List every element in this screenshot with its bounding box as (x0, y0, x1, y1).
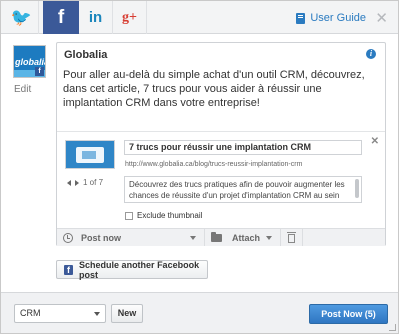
close-icon[interactable]: ✕ (375, 9, 388, 27)
info-icon[interactable]: i (366, 49, 376, 59)
preview-thumbnail (65, 140, 115, 169)
new-button[interactable]: New (111, 304, 143, 323)
account-name: Globalia (64, 49, 108, 61)
facebook-icon: f (57, 6, 65, 28)
book-icon (296, 12, 306, 24)
delete-button[interactable] (281, 229, 303, 246)
clock-icon (63, 232, 73, 243)
schedule-button-label: Schedule another Facebook post (79, 259, 200, 280)
post-now-dropdown[interactable]: Post now (57, 229, 205, 246)
edit-profile-link[interactable]: Edit (14, 84, 31, 95)
folder-icon (211, 231, 222, 242)
link-preview: ✕ 1 of 7 7 trucs pour réussir une implan… (57, 131, 385, 227)
tab-twitter[interactable]: 🐦 (5, 1, 39, 34)
trash-icon (287, 232, 296, 243)
compose-dialog: 🐦 f in g+ User Guide ✕ globalia f Edit G… (0, 0, 399, 334)
chevron-down-icon (94, 312, 100, 316)
schedule-another-post-button[interactable]: f Schedule another Facebook post (56, 259, 208, 280)
exclude-thumbnail-option[interactable]: Exclude thumbnail (125, 211, 202, 220)
preview-description-input[interactable]: Découvrez des trucs pratiques afin de po… (124, 176, 362, 203)
message-textarea[interactable]: Pour aller au-delà du simple achat d'un … (63, 68, 381, 110)
user-guide-link[interactable]: User Guide (296, 12, 366, 24)
exclude-thumbnail-checkbox[interactable] (125, 211, 133, 220)
preview-title-input[interactable]: 7 trucs pour réussir une implantation CR… (124, 140, 362, 155)
thumbnail-pager: 1 of 7 (67, 178, 103, 187)
google-plus-icon: g+ (122, 9, 137, 25)
thumbnail-count: 1 of 7 (83, 178, 104, 187)
tab-linkedin[interactable]: in (79, 1, 113, 34)
next-thumbnail-icon[interactable] (75, 179, 79, 186)
remove-preview-icon[interactable]: ✕ (371, 136, 379, 147)
avatar: globalia f (13, 45, 46, 78)
list-select[interactable]: CRM (14, 304, 106, 323)
twitter-icon: 🐦 (10, 7, 33, 28)
thumbnail-image (76, 147, 104, 163)
post-now-label: Post now (81, 232, 121, 243)
description-scrollbar[interactable] (355, 179, 359, 198)
attach-label: Attach (232, 232, 261, 243)
tab-google-plus[interactable]: g+ (113, 1, 147, 34)
dialog-footer: CRM New Post Now (5) (1, 292, 398, 333)
tab-facebook[interactable]: f (43, 1, 79, 34)
facebook-icon: f (64, 264, 74, 275)
network-tab-bar: 🐦 f in g+ User Guide ✕ (1, 1, 398, 34)
attach-dropdown[interactable]: Attach (205, 229, 281, 246)
avatar-logo: globalia (15, 57, 46, 67)
post-composer: Globalia i Pour aller au-delà du simple … (56, 42, 386, 246)
prev-thumbnail-icon[interactable] (67, 179, 71, 186)
list-select-value: CRM (20, 308, 41, 318)
resize-handle-icon[interactable] (389, 324, 396, 331)
composer-toolbar: Post now Attach (57, 228, 385, 246)
preview-description-text: Découvrez des trucs pratiques afin de po… (129, 180, 345, 200)
post-now-button[interactable]: Post Now (5) (309, 304, 388, 324)
user-guide-label: User Guide (310, 12, 366, 24)
exclude-thumbnail-label: Exclude thumbnail (137, 211, 203, 220)
facebook-badge-icon: f (35, 67, 44, 76)
linkedin-icon: in (88, 9, 103, 26)
preview-url: http://www.globalia.ca/blog/trucs-reussi… (125, 161, 303, 168)
chevron-down-icon (266, 236, 272, 240)
chevron-down-icon (190, 236, 196, 240)
